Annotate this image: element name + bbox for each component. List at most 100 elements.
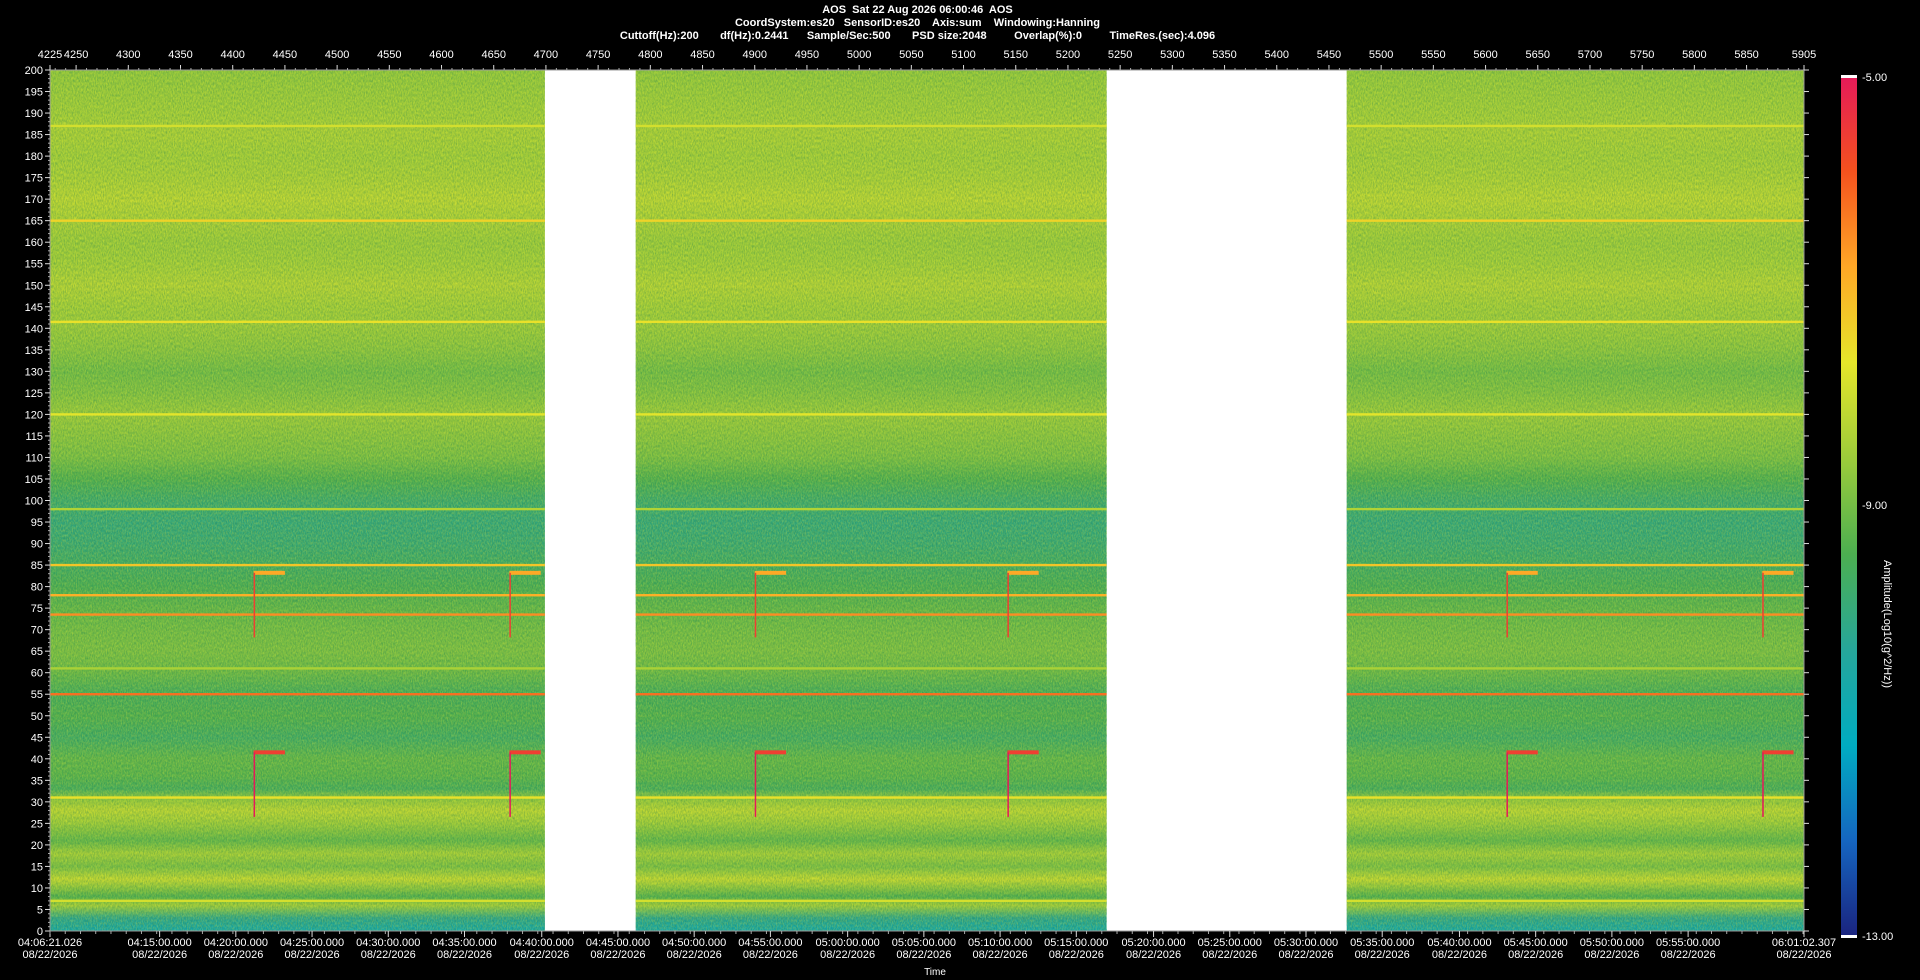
time-tick-label: 05:55:00.000 xyxy=(1656,937,1720,949)
top-tick-label: 5500 xyxy=(1369,49,1393,61)
top-tick-label: 4850 xyxy=(690,49,714,61)
top-tick-label: 5000 xyxy=(847,49,871,61)
top-tick-label: 4225 xyxy=(38,49,62,61)
top-tick-label: 4250 xyxy=(64,49,88,61)
event-mark xyxy=(1762,750,1794,755)
y-tick-label: 125 xyxy=(25,388,43,400)
spectral-line xyxy=(50,507,545,511)
top-tick-label: 4400 xyxy=(220,49,244,61)
x-axis-label: Time xyxy=(924,967,946,978)
time-tick-label: 04:50:00.000 xyxy=(662,937,726,949)
date-tick-label: 08/22/2026 xyxy=(208,949,263,961)
event-mark xyxy=(253,570,285,575)
data-segment xyxy=(635,70,1107,931)
top-tick-label: 4700 xyxy=(534,49,558,61)
date-tick-label: 08/22/2026 xyxy=(667,949,722,961)
spectral-line xyxy=(1346,796,1804,799)
time-tick-label: 05:45:00.000 xyxy=(1504,937,1568,949)
spectral-line xyxy=(50,667,545,670)
spectral-line xyxy=(635,693,1107,696)
top-tick-label: 4900 xyxy=(742,49,766,61)
spectral-line xyxy=(1346,507,1804,511)
top-tick-label: 4350 xyxy=(168,49,192,61)
y-tick-label: 190 xyxy=(25,108,43,120)
event-onset-mark xyxy=(754,572,757,638)
y-tick-label: 90 xyxy=(31,539,43,551)
event-onset-mark xyxy=(509,572,511,638)
spectral-line xyxy=(50,693,545,696)
spectral-line xyxy=(50,594,545,597)
top-tick-label: 5800 xyxy=(1682,49,1706,61)
date-tick-label: 08/22/2026 xyxy=(1049,949,1104,961)
data-segment xyxy=(1346,70,1804,931)
event-onset-mark xyxy=(1762,752,1764,817)
y-tick-label: 155 xyxy=(25,259,43,271)
plot-area xyxy=(50,70,1804,931)
spectral-line xyxy=(50,413,545,416)
top-tick-label: 4950 xyxy=(795,49,819,61)
top-tick-label: 4750 xyxy=(586,49,610,61)
top-tick-label: 4800 xyxy=(638,49,662,61)
event-onset-mark xyxy=(509,752,511,817)
colorbar-title: Amplitude(Log10(g^2/Hz)) xyxy=(1881,560,1893,689)
time-tick-label: 04:35:00.000 xyxy=(432,937,496,949)
colorbar-mid-label: -9.00 xyxy=(1862,500,1888,512)
event-mark xyxy=(754,570,787,575)
top-tick-label: 5400 xyxy=(1265,49,1289,61)
spectral-line xyxy=(1346,693,1804,696)
top-tick-label: 5100 xyxy=(951,49,975,61)
y-tick-label: 15 xyxy=(31,861,43,873)
date-tick-label: 08/22/2026 xyxy=(1126,949,1181,961)
y-tick-label: 145 xyxy=(25,302,43,314)
date-tick-label: 08/22/2026 xyxy=(1355,949,1410,961)
event-mark xyxy=(509,570,541,575)
y-tick-label: 75 xyxy=(31,603,43,615)
spectral-line xyxy=(635,320,1107,324)
colorbar-max-label: -5.00 xyxy=(1862,72,1888,84)
date-tick-label: 08/22/2026 xyxy=(1432,949,1487,961)
top-tick-label: 5550 xyxy=(1421,49,1445,61)
spectral-line xyxy=(635,899,1107,903)
top-tick-label: 5150 xyxy=(1004,49,1028,61)
top-tick-label: 5050 xyxy=(899,49,923,61)
time-tick-label: 05:40:00.000 xyxy=(1427,937,1491,949)
time-tick-label: 04:20:00.000 xyxy=(204,937,268,949)
y-tick-label: 170 xyxy=(25,194,43,206)
top-tick-label: 5750 xyxy=(1630,49,1654,61)
top-tick-label: 4600 xyxy=(429,49,453,61)
y-tick-label: 55 xyxy=(31,689,43,701)
y-tick-label: 35 xyxy=(31,775,43,787)
date-tick-label: 08/22/2026 xyxy=(1661,949,1716,961)
spectral-line xyxy=(1346,613,1804,616)
spectral-line xyxy=(50,124,545,128)
spectral-line xyxy=(50,320,545,324)
time-tick-label: 04:25:00.000 xyxy=(280,937,344,949)
time-tick-label: 05:15:00.000 xyxy=(1044,937,1108,949)
colorbar-min-label: -13.00 xyxy=(1862,931,1894,943)
y-tick-label: 110 xyxy=(25,452,43,464)
y-tick-label: 185 xyxy=(25,130,43,142)
event-mark xyxy=(253,750,285,755)
y-tick-label: 25 xyxy=(31,818,43,830)
y-tick-label: 165 xyxy=(25,216,43,228)
spectral-line xyxy=(50,563,545,567)
y-tick-label: 140 xyxy=(25,323,43,335)
time-tick-label: 04:40:00.000 xyxy=(510,937,574,949)
date-tick-label: 08/22/2026 xyxy=(22,949,77,961)
spectral-line xyxy=(1346,899,1804,903)
y-tick-label: 45 xyxy=(31,732,43,744)
y-tick-label: 195 xyxy=(25,87,43,99)
y-tick-label: 175 xyxy=(25,173,43,185)
y-tick-label: 85 xyxy=(31,560,43,572)
event-onset-mark xyxy=(253,572,256,638)
time-tick-label: 04:30:00.000 xyxy=(356,937,420,949)
y-tick-label: 80 xyxy=(31,582,43,594)
top-tick-label: 5850 xyxy=(1734,49,1758,61)
y-tick-label: 180 xyxy=(25,151,43,163)
y-tick-label: 120 xyxy=(25,409,43,421)
colorbar-min-marker xyxy=(1841,935,1857,938)
y-tick-label: 10 xyxy=(31,883,43,895)
date-tick-label: 08/22/2026 xyxy=(1202,949,1257,961)
time-tick-label: 04:15:00.000 xyxy=(128,937,192,949)
date-tick-label: 08/22/2026 xyxy=(1776,949,1831,961)
